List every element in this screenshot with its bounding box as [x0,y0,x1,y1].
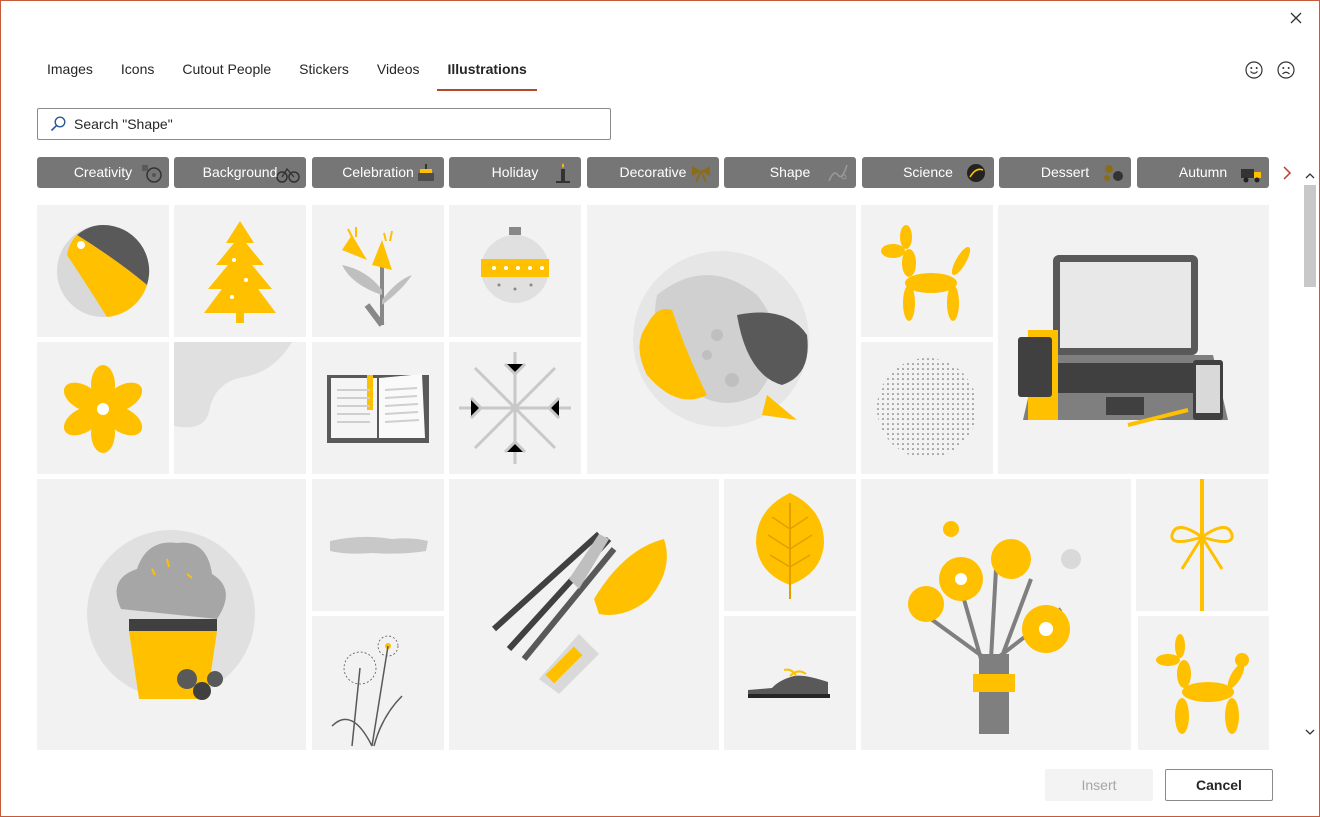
cookies-icon [1104,165,1123,181]
illustration-tile[interactable] [1136,479,1268,611]
category-chip-label: Autumn [1178,164,1228,180]
gray-brush-stroke-illustration [330,536,428,554]
planet-icon [967,164,985,182]
gray-blob-shape-illustration [174,342,292,428]
category-chip-label: Dessert [1040,164,1090,180]
cupcake-illustration [87,530,255,700]
send-frown-button[interactable] [1275,59,1297,81]
category-chip-science[interactable]: Science [862,157,994,188]
illustration-tile[interactable] [312,479,444,611]
illustration-tile[interactable] [37,479,306,750]
illustration-tile[interactable] [312,342,444,474]
christmas-tree-illustration [204,221,276,323]
category-chip-celebration[interactable]: Celebration [312,157,444,188]
illustration-tile[interactable] [449,205,581,337]
category-chip-label: Shape [769,164,811,180]
cancel-button[interactable]: Cancel [1165,769,1273,801]
illustration-tile[interactable] [724,479,856,611]
bow-icon [692,166,710,183]
bicycle-icon [276,167,300,183]
candle-icon [556,163,570,183]
category-chip-shape[interactable]: Shape [724,157,856,188]
tab-videos[interactable]: Videos [367,49,430,91]
search-box[interactable] [37,108,611,140]
category-chip-label: Creativity [73,164,133,180]
close-button[interactable] [1285,7,1307,29]
beach-ball-illustration [57,224,150,317]
shoe-illustration [748,668,830,698]
tab-images[interactable]: Images [37,49,103,91]
category-chip-creativity[interactable]: Creativity [37,157,169,188]
close-icon [1290,12,1302,24]
cake-icon [418,164,434,181]
results-scrollbar[interactable] [1301,171,1319,746]
category-chip-label: Decorative [619,164,687,180]
illustration-results-grid [37,205,1269,750]
chevron-right-icon [1283,166,1292,180]
illustration-tile[interactable] [587,205,856,474]
chevron-down-icon[interactable] [1305,727,1315,737]
snowflake-illustration [459,352,571,464]
category-chip-label: Holiday [491,164,539,180]
flower-bouquet-illustration [908,521,1081,734]
category-chip-background[interactable]: Background [174,157,306,188]
illustration-tile[interactable] [449,479,719,750]
categories-next-button[interactable] [1277,161,1297,185]
category-chip-holiday[interactable]: Holiday [449,157,581,188]
insert-button[interactable]: Insert [1045,769,1153,801]
category-chip-decorative[interactable]: Decorative [587,157,719,188]
illustration-tile[interactable] [861,205,993,337]
illustration-tile[interactable] [312,205,444,337]
yellow-flower-illustration [63,365,143,453]
monstera-leaf-illustration [756,493,824,599]
tab-cutout-people[interactable]: Cutout People [172,49,281,91]
christmas-ornament-illustration [481,227,549,303]
smile-icon [1245,61,1263,79]
paint-brushes-illustration [491,531,667,694]
lily-flower-illustration [342,227,412,327]
illustration-tile[interactable] [724,616,856,750]
illustration-tile[interactable] [998,205,1269,474]
gift-ribbon-illustration [1170,479,1234,611]
chevron-up-icon[interactable] [1305,171,1315,181]
category-chip-autumn[interactable]: Autumn [1137,157,1269,188]
illustration-tile[interactable] [174,205,306,337]
tab-stickers[interactable]: Stickers [289,49,359,91]
squiggle-shape-icon [828,164,848,182]
category-chip-label: Science [903,164,953,180]
koi-fish-illustration [633,251,809,427]
illustration-tile[interactable] [861,342,993,474]
category-chip-label: Celebration [342,164,414,180]
illustration-tile[interactable] [37,342,169,474]
illustration-tile[interactable] [449,342,581,474]
send-smile-button[interactable] [1243,59,1265,81]
balloon-dog-small-illustration [1156,634,1249,734]
laptop-desk-illustration [1018,255,1228,427]
search-icon [50,116,66,132]
dandelions-illustration [331,635,403,747]
illustration-tile[interactable] [1138,616,1269,750]
category-chip-label: Background [202,164,278,180]
illustration-tile[interactable] [861,479,1131,750]
open-book-illustration [327,374,429,443]
tab-illustrations[interactable]: Illustrations [437,49,538,91]
frown-icon [1277,61,1295,79]
category-chip-dessert[interactable]: Dessert [999,157,1131,188]
stock-images-dialog: Images Icons Cutout People Stickers Vide… [0,0,1320,817]
illustration-tile[interactable] [312,616,444,750]
dotted-circle-illustration [877,358,977,458]
illustration-tile[interactable] [37,205,169,337]
tab-icons[interactable]: Icons [111,49,164,91]
content-type-tabs: Images Icons Cutout People Stickers Vide… [37,49,545,91]
paint-palette-icon [142,165,162,183]
illustration-tile[interactable] [174,342,306,474]
truck-icon [1241,169,1261,183]
balloon-dog-illustration [881,225,971,321]
scrollbar-thumb[interactable] [1304,185,1316,287]
search-input[interactable] [74,116,594,132]
